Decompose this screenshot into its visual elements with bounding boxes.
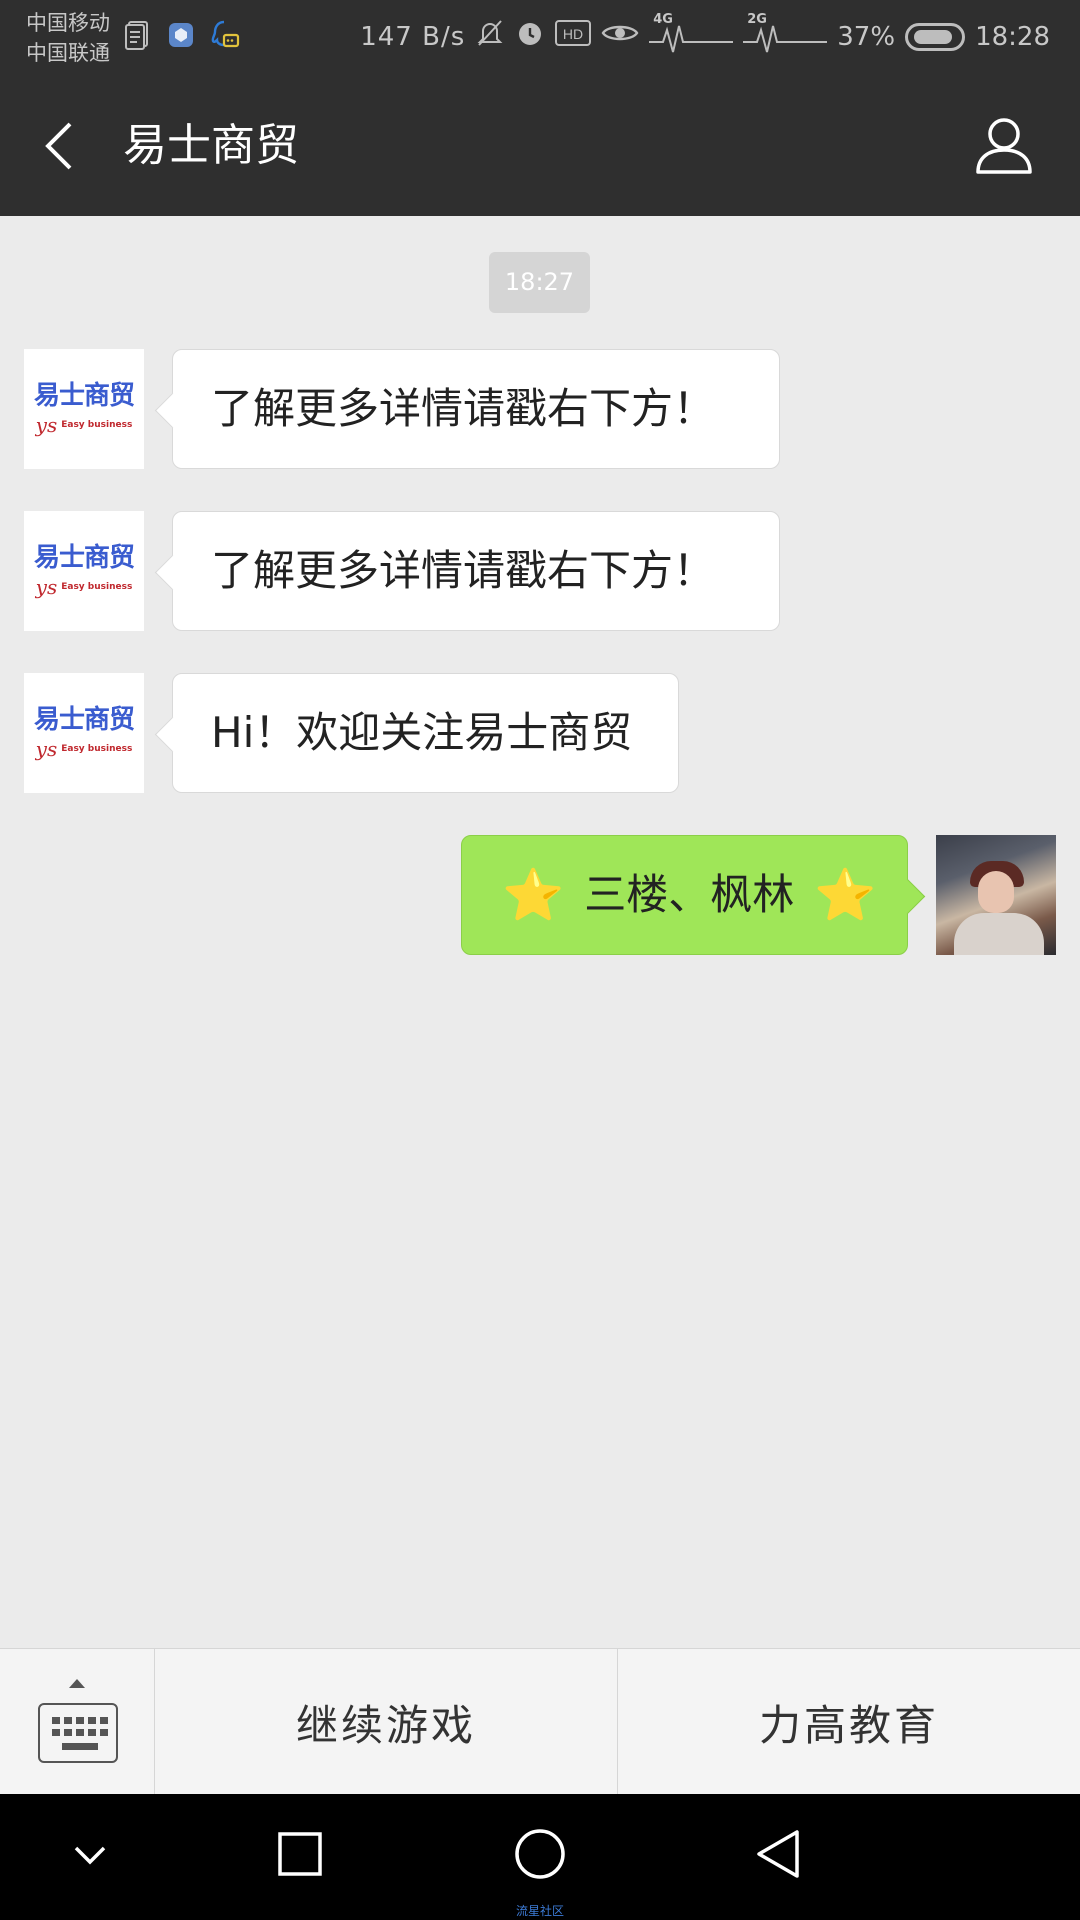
brand-logo: 易士商贸 ys Easy business [24, 511, 144, 631]
official-account-menu: 继续游戏 力高教育 [0, 1648, 1080, 1795]
menu-item-ligao-education[interactable]: 力高教育 [617, 1649, 1080, 1795]
star-emoji: ⭐ [502, 866, 565, 924]
chevron-left-icon [45, 122, 72, 170]
message-bubble-received[interactable]: 了解更多详情请戳右下方！ [172, 349, 780, 469]
chat-timestamp: 18:27 [489, 252, 590, 313]
hd-label: HD [563, 26, 583, 42]
notification-icons [122, 18, 240, 52]
brand-logo: 易士商贸 ys Easy business [24, 349, 144, 469]
clock: 18:28 [975, 21, 1050, 52]
user-avatar[interactable] [936, 835, 1056, 955]
keyboard-toggle-button[interactable] [0, 1649, 155, 1795]
status-right: 147 B/s HD 4G 2G 37% 18:28 [360, 12, 1050, 55]
nav-down-button[interactable] [60, 1824, 120, 1884]
keyboard-icon [38, 1703, 118, 1763]
person-icon [976, 118, 1032, 174]
message-bubble-received[interactable]: 了解更多详情请戳右下方！ [172, 511, 780, 631]
brand-logo-tagline: Easy business [61, 744, 133, 754]
brand-logo-tagline: Easy business [61, 420, 133, 430]
back-button[interactable] [34, 114, 94, 178]
message-text: Hi！欢迎关注易士商贸 [211, 708, 633, 757]
signal-4g-icon: 4G [649, 12, 734, 54]
message-text: 了解更多详情请戳右下方！ [211, 546, 716, 595]
brand-avatar[interactable]: 易士商贸 ys Easy business [24, 349, 144, 469]
chevron-down-icon [74, 1846, 106, 1865]
message-text: 三楼、枫林 [584, 870, 795, 919]
status-bar: 中国移动 中国联通 147 B/s HD 4G 2G 37% 18:28 [0, 0, 1080, 76]
chat-title: 易士商贸 [123, 120, 299, 171]
hd-icon: HD [555, 19, 592, 54]
wechat-chat-screen: 中国移动 中国联通 147 B/s HD 4G 2G 37% 18:28 易士商… [0, 0, 1080, 1920]
nav-home-button[interactable] [510, 1824, 570, 1884]
qq-icon [210, 18, 240, 52]
battery-icon [905, 22, 966, 51]
caret-up-icon [69, 1679, 85, 1688]
nav-back-button[interactable] [749, 1824, 809, 1884]
document-icon [122, 18, 152, 52]
app-notification-icon [166, 18, 196, 52]
triangle-back-icon [757, 1830, 799, 1878]
alarm-icon [515, 18, 545, 55]
square-icon [278, 1832, 322, 1876]
brand-logo-mark: ys [35, 413, 58, 437]
signal-1-label: 4G [653, 11, 673, 27]
message-bubble-sent[interactable]: ⭐ 三楼、枫林 ⭐ [461, 835, 908, 955]
chat-header: 易士商贸 [0, 76, 1080, 216]
brand-logo-mark: ys [35, 737, 58, 761]
signal-2g-icon: 2G [743, 12, 828, 54]
circle-icon [515, 1829, 565, 1879]
brand-logo-name: 易士商贸 [33, 381, 135, 411]
watermark: 流星社区 [515, 1904, 564, 1918]
message-text: 了解更多详情请戳右下方！ [211, 384, 716, 433]
nav-recents-button[interactable] [270, 1824, 330, 1884]
carrier-labels: 中国移动 中国联通 [26, 8, 110, 68]
brand-logo: 易士商贸 ys Easy business [24, 673, 144, 793]
message-bubble-received[interactable]: Hi！欢迎关注易士商贸 [172, 673, 679, 793]
star-emoji: ⭐ [814, 866, 877, 924]
brand-logo-tagline: Easy business [61, 582, 133, 592]
carrier-2: 中国联通 [26, 41, 110, 65]
brand-avatar[interactable]: 易士商贸 ys Easy business [24, 673, 144, 793]
brand-logo-mark: ys [35, 575, 58, 599]
eye-icon [601, 19, 639, 54]
carrier-1: 中国移动 [26, 11, 110, 35]
brand-logo-name: 易士商贸 [33, 705, 135, 735]
brand-avatar[interactable]: 易士商贸 ys Easy business [24, 511, 144, 631]
menu-item-continue-game[interactable]: 继续游戏 [155, 1649, 617, 1795]
network-speed: 147 B/s [360, 21, 466, 52]
brand-logo-name: 易士商贸 [33, 543, 135, 573]
bell-muted-icon [475, 18, 505, 55]
signal-2-label: 2G [747, 11, 767, 27]
battery-percent: 37% [837, 21, 896, 52]
profile-button[interactable] [972, 114, 1036, 178]
